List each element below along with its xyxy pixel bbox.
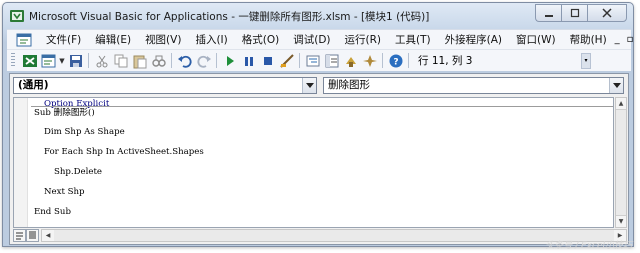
toolbar-separator: [408, 53, 409, 68]
menu-debug[interactable]: 调试(D): [287, 32, 338, 47]
menu-view[interactable]: 视图(V): [139, 32, 189, 47]
close-button[interactable]: [587, 4, 627, 22]
procedure-separator: [31, 106, 613, 107]
menu-help[interactable]: 帮助(H): [564, 32, 615, 47]
maximize-button[interactable]: [561, 4, 587, 22]
toolbar-separator: [299, 53, 300, 68]
save-icon[interactable]: [66, 52, 85, 70]
procedure-view-icon[interactable]: [13, 229, 26, 242]
window-title: Microsoft Visual Basic for Applications …: [29, 11, 430, 23]
mdi-restore-icon[interactable]: ▫: [627, 34, 633, 45]
vertical-scrollbar[interactable]: ▲ ▼: [615, 97, 627, 228]
paste-icon[interactable]: [130, 52, 149, 70]
procedure-combo-value: 删除图形: [328, 79, 370, 91]
object-combo-value: (通用): [18, 79, 49, 91]
object-browser-icon[interactable]: [341, 52, 360, 70]
menu-edit[interactable]: 编辑(E): [89, 32, 139, 47]
break-icon[interactable]: [239, 52, 258, 70]
vba-app-icon: [9, 8, 25, 24]
scroll-down-icon[interactable]: ▼: [616, 215, 626, 227]
redo-icon[interactable]: [194, 52, 213, 70]
code-line-for: For Each Shp In ActiveSheet.Shapes: [44, 147, 204, 157]
scroll-left-icon[interactable]: ◀: [42, 230, 54, 241]
svg-text:?: ?: [393, 57, 398, 67]
watermark: 头条号 / Excel小技巧: [545, 241, 632, 251]
toolbar-separator: [171, 53, 172, 68]
menu-addins[interactable]: 外接程序(A): [439, 32, 510, 47]
menu-bar: 文件(F) 编辑(E) 视图(V) 插入(I) 格式(O) 调试(D) 运行(R…: [7, 29, 633, 49]
horizontal-scrollbar[interactable]: ◀ ▶: [41, 229, 627, 242]
find-icon[interactable]: [149, 52, 168, 70]
procedure-combo[interactable]: 删除图形: [323, 77, 624, 94]
menu-window[interactable]: 窗口(W): [510, 32, 564, 47]
menu-run[interactable]: 运行(R): [339, 32, 390, 47]
reset-icon[interactable]: [258, 52, 277, 70]
undo-icon[interactable]: [175, 52, 194, 70]
code-line-next: Next Shp: [44, 187, 85, 197]
code-line-end: End Sub: [34, 207, 71, 217]
toolbar-separator: [88, 53, 89, 68]
project-explorer-icon[interactable]: [303, 52, 322, 70]
code-window-footer: ◀ ▶: [13, 229, 627, 242]
cursor-position: 行 11, 列 3: [418, 55, 473, 67]
excel-view-icon[interactable]: [20, 52, 39, 70]
insert-dropdown-icon[interactable]: ▼: [58, 52, 66, 70]
indicator-margin[interactable]: [14, 98, 28, 227]
menu-file[interactable]: 文件(F): [40, 32, 89, 47]
standard-toolbar: ▼ ? 行 11, 列 3 ▾: [7, 49, 631, 71]
menu-format[interactable]: 格式(O): [236, 32, 287, 47]
help-icon[interactable]: ?: [386, 52, 405, 70]
code-editor[interactable]: Option Explicit Sub 删除图形() Dim Shp As Sh…: [13, 97, 614, 228]
cut-icon[interactable]: [92, 52, 111, 70]
full-module-view-icon[interactable]: [26, 229, 39, 242]
properties-icon[interactable]: [322, 52, 341, 70]
module-icon[interactable]: [16, 33, 32, 47]
scroll-up-icon[interactable]: ▲: [616, 98, 626, 110]
design-mode-icon[interactable]: [277, 52, 296, 70]
title-bar[interactable]: Microsoft Visual Basic for Applications …: [3, 3, 633, 29]
toolbox-icon[interactable]: [360, 52, 379, 70]
mdi-controls: _ ▫ ✕: [615, 34, 633, 45]
toolbar-separator: [382, 53, 383, 68]
toolbar-separator: [216, 53, 217, 68]
vba-editor-window: Microsoft Visual Basic for Applications …: [2, 2, 634, 247]
view-toggle: [13, 229, 39, 242]
restore-icon: [570, 8, 579, 18]
toolbar-overflow-icon[interactable]: ▾: [581, 53, 591, 69]
toolbar-grip[interactable]: [11, 53, 15, 68]
code-line-dim: Dim Shp As Shape: [44, 127, 125, 137]
close-icon: [602, 8, 612, 18]
menu-insert[interactable]: 插入(I): [189, 32, 235, 47]
run-icon[interactable]: [220, 52, 239, 70]
chevron-down-icon[interactable]: [302, 78, 316, 93]
object-combo[interactable]: (通用): [13, 77, 317, 94]
minimize-icon: [544, 15, 553, 17]
mdi-minimize-icon[interactable]: _: [615, 34, 620, 45]
code-line-delete: Shp.Delete: [54, 167, 103, 177]
code-line-sub: Sub 删除图形(): [34, 108, 95, 118]
window-controls: [535, 4, 627, 22]
minimize-button[interactable]: [535, 4, 561, 22]
menu-tools[interactable]: 工具(T): [389, 32, 439, 47]
code-window: (通用) 删除图形 Option Explicit Sub 删除图形() Dim…: [9, 73, 629, 245]
insert-module-icon[interactable]: [39, 52, 58, 70]
chevron-down-icon[interactable]: [609, 78, 623, 93]
copy-icon[interactable]: [111, 52, 130, 70]
